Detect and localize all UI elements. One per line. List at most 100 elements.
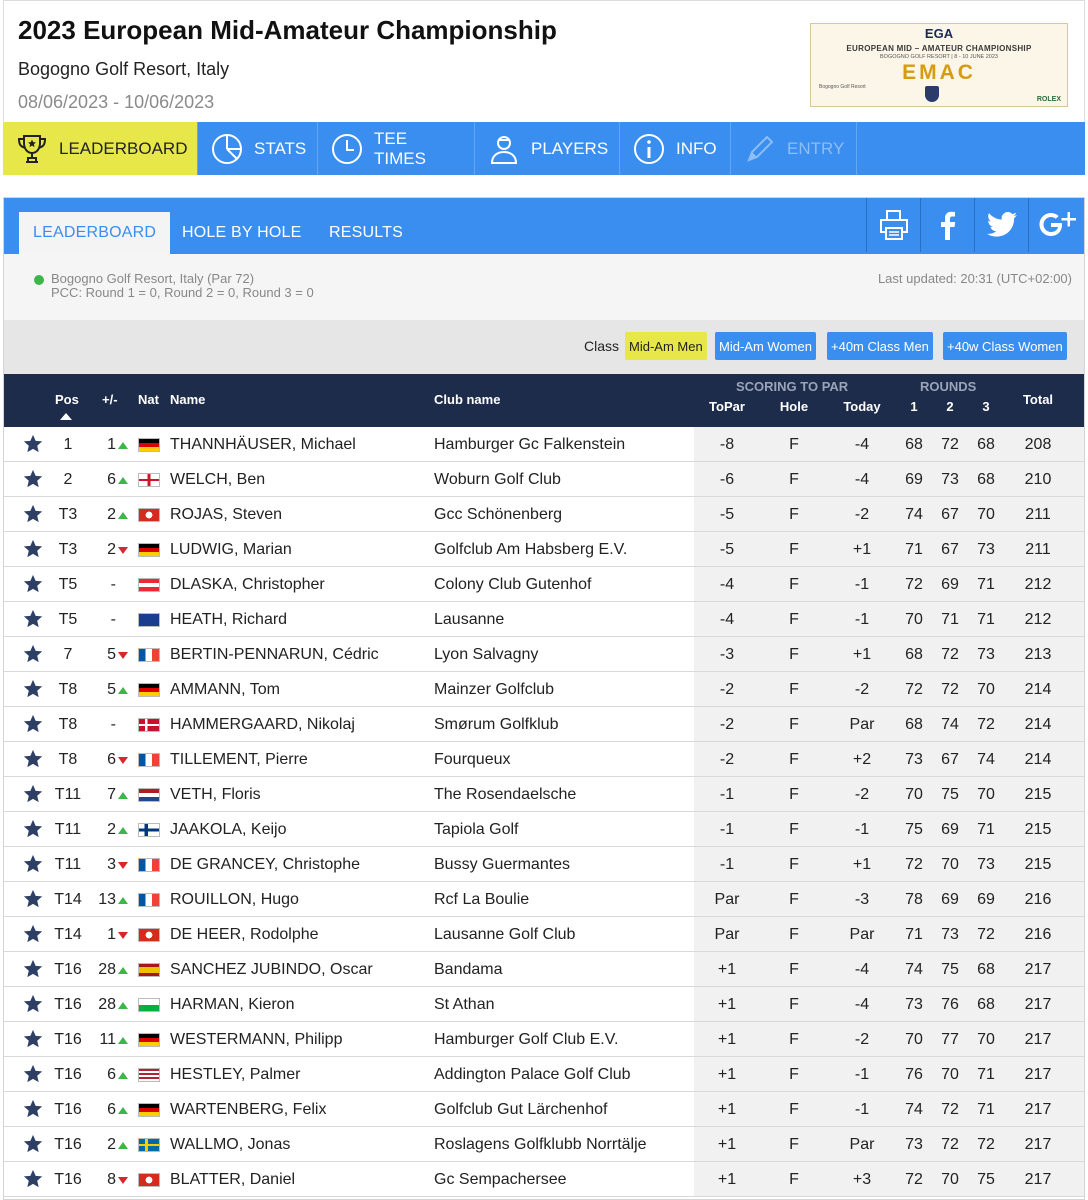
facebook-button[interactable] — [920, 198, 974, 252]
round-3: 70 — [977, 786, 995, 803]
table-row[interactable]: T16 11 WESTERMANN, Philipp Hamburger Golf C… — [4, 1022, 1084, 1057]
tab-leaderboard[interactable]: LEADERBOARD — [19, 212, 171, 254]
position-change: 13 — [98, 891, 116, 908]
player-name[interactable]: THANNHÄUSER, Michael — [170, 436, 356, 454]
favorite-star-icon[interactable] — [22, 1028, 44, 1055]
flag-icon — [138, 788, 160, 802]
round-2: 75 — [941, 961, 959, 978]
player-name[interactable]: HAMMERGAARD, Nikolaj — [170, 716, 355, 734]
table-row[interactable]: 2 6 WELCH, Ben Woburn Golf Club -6 F -4 69 73 68 2… — [4, 462, 1084, 497]
table-row[interactable]: T8 - HAMMERGAARD, Nikolaj Smørum Golfklub -2… — [4, 707, 1084, 742]
favorite-star-icon[interactable] — [22, 1168, 44, 1195]
table-row[interactable]: T11 2 JAAKOLA, Keijo Tapiola Golf -1 F -1 75 69 7… — [4, 812, 1084, 847]
google-plus-button[interactable] — [1028, 198, 1084, 252]
table-row[interactable]: T16 6 WARTENBERG, Felix Golfclub Gut Lärche… — [4, 1092, 1084, 1127]
favorite-star-icon[interactable] — [22, 573, 44, 600]
player-name[interactable]: AMMANN, Tom — [170, 681, 280, 699]
player-name[interactable]: LUDWIG, Marian — [170, 541, 292, 559]
player-name[interactable]: HARMAN, Kieron — [170, 996, 294, 1014]
table-row[interactable]: 7 5 BERTIN-PENNARUN, Cédric Lyon Salvagny -3… — [4, 637, 1084, 672]
player-name[interactable]: BERTIN-PENNARUN, Cédric — [170, 646, 379, 664]
nav-entry[interactable]: ENTRY — [731, 122, 857, 175]
table-row[interactable]: T16 28 SANCHEZ JUBINDO, Oscar Bandama +1 F -4 7… — [4, 952, 1084, 987]
class-mid-am-men-button[interactable]: Mid-Am Men — [625, 332, 707, 360]
total: 214 — [1024, 716, 1052, 733]
favorite-star-icon[interactable] — [22, 958, 44, 985]
favorite-star-icon[interactable] — [22, 468, 44, 495]
table-row[interactable]: T16 28 HARMAN, Kieron St Athan +1 F -4 73 76 68 21… — [4, 987, 1084, 1022]
favorite-star-icon[interactable] — [22, 538, 44, 565]
player-name[interactable]: VETH, Floris — [170, 786, 261, 804]
favorite-star-icon[interactable] — [22, 923, 44, 950]
table-row[interactable]: T3 2 ROJAS, Steven Gcc Schönenberg -5 F -2 74 67… — [4, 497, 1084, 532]
player-name[interactable]: ROJAS, Steven — [170, 506, 282, 524]
favorite-star-icon[interactable] — [22, 1063, 44, 1090]
favorite-star-icon[interactable] — [22, 853, 44, 880]
table-row[interactable]: T8 5 AMMANN, Tom Mainzer Golfclub -2 F -2 72 72 7… — [4, 672, 1084, 707]
nav-leaderboard[interactable]: LEADERBOARD — [3, 122, 198, 175]
table-row[interactable]: T16 8 BLATTER, Daniel Gc Sempachersee +1 F +3 7… — [4, 1162, 1084, 1197]
player-name[interactable]: ROUILLON, Hugo — [170, 891, 299, 909]
position-change: 6 — [107, 471, 116, 488]
favorite-star-icon[interactable] — [22, 993, 44, 1020]
player-name[interactable]: DE GRANCEY, Christophe — [170, 856, 360, 874]
tab-hole-by-hole[interactable]: HOLE BY HOLE — [168, 212, 316, 254]
twitter-button[interactable] — [974, 198, 1028, 252]
flag-icon — [138, 1068, 160, 1082]
nav-tee-times-label: TEE TIMES — [374, 128, 426, 168]
nav-players[interactable]: PLAYERS — [475, 122, 620, 175]
favorite-star-icon[interactable] — [22, 678, 44, 705]
player-name[interactable]: SANCHEZ JUBINDO, Oscar — [170, 961, 373, 979]
table-row[interactable]: T16 2 WALLMO, Jonas Roslagens Golfklubb Nor… — [4, 1127, 1084, 1162]
favorite-star-icon[interactable] — [22, 888, 44, 915]
nav-stats[interactable]: STATS — [198, 122, 318, 175]
favorite-star-icon[interactable] — [22, 503, 44, 530]
favorite-star-icon[interactable] — [22, 643, 44, 670]
player-name[interactable]: WALLMO, Jonas — [170, 1136, 290, 1154]
tab-results[interactable]: RESULTS — [315, 212, 417, 254]
round-1: 78 — [905, 891, 923, 908]
table-row[interactable]: T14 1 DE HEER, Rodolphe Lausanne Golf Club P… — [4, 917, 1084, 952]
nav-tee-times[interactable]: TEE TIMES — [318, 122, 475, 175]
player-name[interactable]: WESTERMANN, Philipp — [170, 1031, 342, 1049]
today: -1 — [854, 821, 870, 838]
table-row[interactable]: 1 1 THANNHÄUSER, Michael Hamburger Gc Falke… — [4, 427, 1084, 462]
player-name[interactable]: HESTLEY, Palmer — [170, 1066, 300, 1084]
favorite-star-icon[interactable] — [22, 1133, 44, 1160]
favorite-star-icon[interactable] — [22, 783, 44, 810]
favorite-star-icon[interactable] — [22, 748, 44, 775]
info-icon — [632, 132, 666, 166]
table-row[interactable]: T11 3 DE GRANCEY, Christophe Bussy Guermant… — [4, 847, 1084, 882]
player-name[interactable]: JAAKOLA, Keijo — [170, 821, 287, 839]
class-40w-women-button[interactable]: +40w Class Women — [943, 332, 1067, 360]
print-button[interactable] — [866, 198, 920, 252]
table-row[interactable]: T8 6 TILLEMENT, Pierre Fourqueux -2 F +2 73 67 74… — [4, 742, 1084, 777]
round-3: 69 — [977, 891, 995, 908]
table-row[interactable]: T5 - HEATH, Richard Lausanne -4 F -1 70 71 71 212 — [4, 602, 1084, 637]
class-40m-men-button[interactable]: +40m Class Men — [827, 332, 933, 360]
table-row[interactable]: T16 6 HESTLEY, Palmer Addington Palace Golf… — [4, 1057, 1084, 1092]
arrow-down-icon — [118, 1177, 128, 1184]
player-name[interactable]: WARTENBERG, Felix — [170, 1101, 326, 1119]
player-name[interactable]: DE HEER, Rodolphe — [170, 926, 319, 944]
player-name[interactable]: BLATTER, Daniel — [170, 1171, 295, 1189]
favorite-star-icon[interactable] — [22, 818, 44, 845]
today: -2 — [854, 786, 870, 803]
favorite-star-icon[interactable] — [22, 713, 44, 740]
player-name[interactable]: HEATH, Richard — [170, 611, 287, 629]
to-par: -4 — [719, 576, 735, 593]
table-row[interactable]: T5 - DLASKA, Christopher Colony Club Gutenh… — [4, 567, 1084, 602]
player-name[interactable]: TILLEMENT, Pierre — [170, 751, 308, 769]
today: -4 — [854, 996, 870, 1013]
player-name[interactable]: DLASKA, Christopher — [170, 576, 325, 594]
class-mid-am-women-button[interactable]: Mid-Am Women — [715, 332, 816, 360]
favorite-star-icon[interactable] — [22, 433, 44, 460]
table-row[interactable]: T3 2 LUDWIG, Marian Golfclub Am Habsberg E.… — [4, 532, 1084, 567]
favorite-star-icon[interactable] — [22, 1098, 44, 1125]
table-row[interactable]: T14 13 ROUILLON, Hugo Rcf La Boulie Par F -3 78… — [4, 882, 1084, 917]
favorite-star-icon[interactable] — [22, 608, 44, 635]
nav-info[interactable]: INFO — [620, 122, 731, 175]
player-name[interactable]: WELCH, Ben — [170, 471, 265, 489]
col-pos[interactable]: Pos — [55, 392, 79, 407]
table-row[interactable]: T11 7 VETH, Floris The Rosendaelsche -1 F -2 70… — [4, 777, 1084, 812]
